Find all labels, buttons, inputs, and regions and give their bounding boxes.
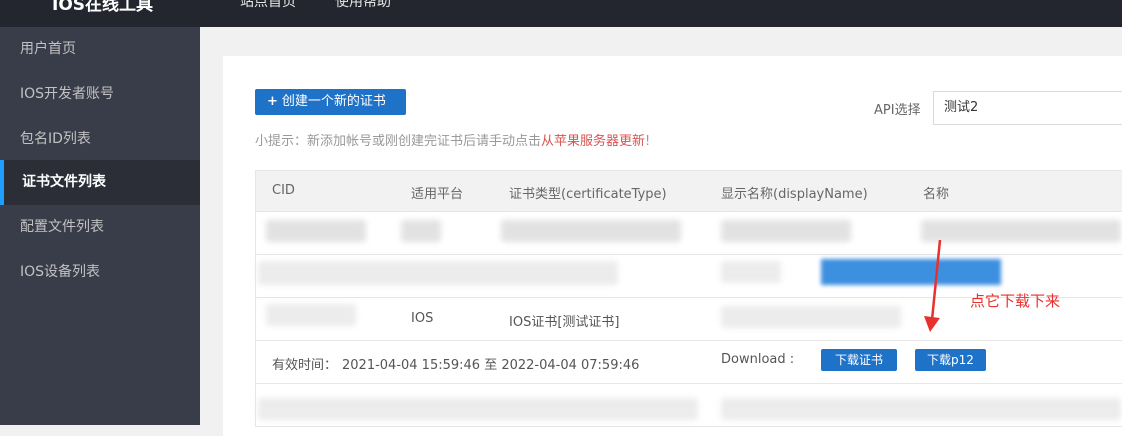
table-header: CID 适用平台 证书类型(certificateType) 显示名称(disp… [255, 170, 1122, 212]
col-cert-type: 证书类型(certificateType) [509, 187, 667, 202]
sidebar-item-profiles[interactable]: 配置文件列表 [0, 205, 200, 250]
nav-help[interactable]: 使用帮助 [335, 0, 391, 11]
redacted-block [721, 306, 901, 328]
sidebar-item-certificates[interactable]: 证书文件列表 [0, 160, 200, 205]
col-platform: 适用平台 [411, 187, 464, 202]
table-row [255, 384, 1122, 427]
tip-suffix: ! [645, 134, 651, 149]
sidebar: 用户首页 IOS开发者账号 包名ID列表 证书文件列表 配置文件列表 IOS设备… [0, 27, 200, 425]
redacted-block [921, 220, 1121, 242]
plus-icon: + [267, 94, 278, 109]
redacted-block [401, 220, 441, 242]
redacted-block [721, 261, 781, 283]
redacted-block [501, 220, 681, 242]
redacted-block [721, 220, 851, 242]
app-logo[interactable]: IOS在线工具 [52, 0, 153, 15]
sidebar-item-bundle-ids[interactable]: 包名ID列表 [0, 117, 200, 162]
redacted-block [821, 259, 1001, 285]
redacted-block [266, 304, 356, 326]
col-name: 名称 [923, 187, 950, 202]
sidebar-item-user-home[interactable]: 用户首页 [0, 27, 200, 72]
table-row: 有效时间： 2021-04-04 15:59:46 至 2022-04-04 0… [255, 341, 1122, 384]
sidebar-item-developer-accounts[interactable]: IOS开发者账号 [0, 72, 200, 117]
annotation-text: 点它下载下来 [970, 292, 1061, 310]
download-label: Download : [721, 352, 795, 367]
validity-range: 2021-04-04 15:59:46 至 2022-04-04 07:59:4… [342, 358, 640, 373]
redacted-block [258, 261, 618, 285]
update-from-apple-link[interactable]: 从苹果服务器更新 [541, 134, 645, 149]
cell-cert-type: IOS证书[测试证书] [509, 315, 620, 330]
cell-platform: IOS [411, 311, 434, 326]
col-display-name: 显示名称(displayName) [721, 187, 868, 202]
table-row [255, 212, 1122, 255]
tip-prefix: 小提示：新添加帐号或刚创建完证书后请手动点击 [255, 134, 542, 149]
redacted-block [258, 398, 698, 420]
annotation-arrow-icon [924, 239, 942, 332]
tip-text: 小提示：新添加帐号或刚创建完证书后请手动点击从苹果服务器更新! [255, 130, 650, 149]
create-certificate-button[interactable]: + 创建一个新的证书 [255, 89, 406, 115]
redacted-block [266, 220, 366, 242]
api-select-label: API选择 [874, 103, 921, 118]
col-cid: CID [272, 183, 295, 198]
nav-home[interactable]: 站点首页 [240, 0, 296, 11]
download-p12-button[interactable]: 下载p12 [915, 349, 986, 371]
validity-label: 有效时间： [272, 358, 338, 373]
sidebar-item-devices[interactable]: IOS设备列表 [0, 250, 200, 295]
api-select[interactable]: 测试2 [933, 91, 1122, 125]
redacted-block [721, 398, 1121, 420]
create-certificate-label: 创建一个新的证书 [281, 94, 386, 109]
top-bar: IOS在线工具 站点首页 使用帮助 [0, 0, 1122, 27]
download-cert-button[interactable]: 下载证书 [821, 349, 897, 371]
